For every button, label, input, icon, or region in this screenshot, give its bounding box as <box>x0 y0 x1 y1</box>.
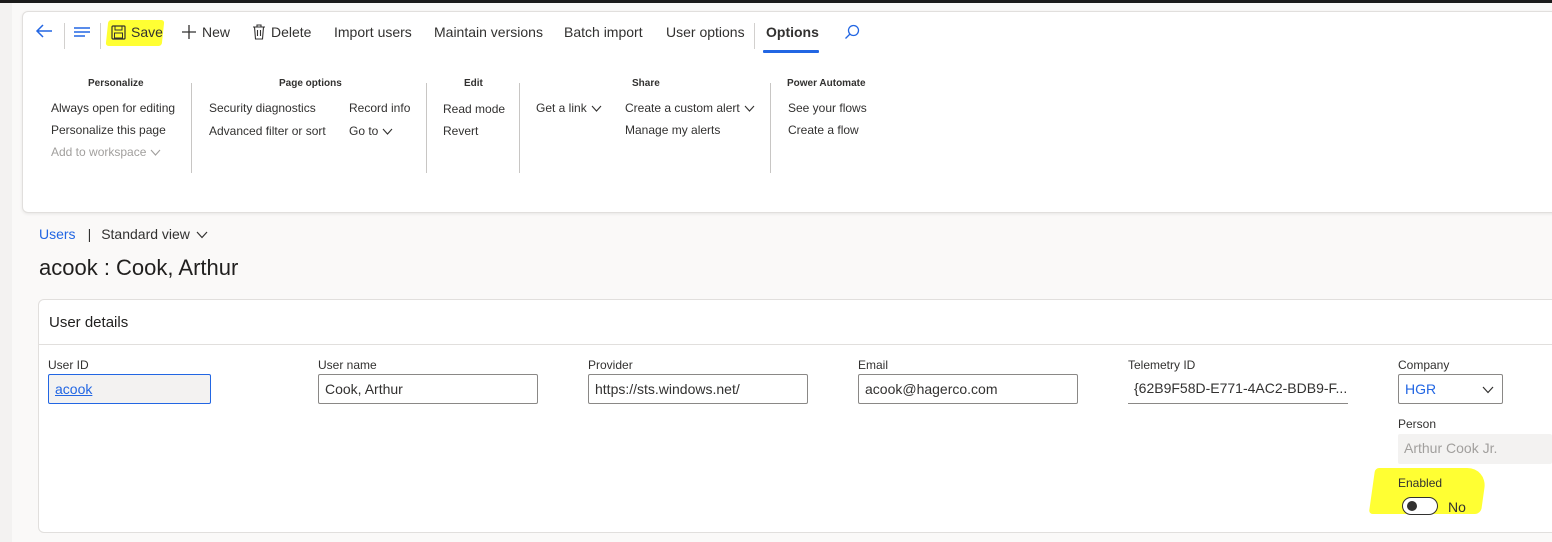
create-a-flow[interactable]: Create a flow <box>788 123 859 137</box>
delete-label: Delete <box>271 24 312 40</box>
card-divider <box>39 344 1552 345</box>
trash-icon <box>252 24 266 40</box>
user-id-label: User ID <box>48 358 89 372</box>
manage-my-alerts[interactable]: Manage my alerts <box>625 123 720 137</box>
window-top-border <box>0 0 1552 3</box>
record-info[interactable]: Record info <box>349 101 410 115</box>
action-bar: Save New Delete Import users Maintain ve… <box>23 12 1552 56</box>
chevron-down-icon <box>744 101 755 115</box>
plus-icon <box>181 24 197 40</box>
options-label: Options <box>766 24 819 40</box>
provider-field[interactable]: https://sts.windows.net/ <box>588 374 808 404</box>
save-icon <box>111 24 126 40</box>
breadcrumb-separator: | <box>87 226 92 242</box>
email-field[interactable]: acook@hagerco.com <box>858 374 1078 404</box>
revert[interactable]: Revert <box>443 124 478 138</box>
save-label: Save <box>131 24 163 40</box>
user-details-header[interactable]: User details <box>49 314 128 331</box>
options-tab-underline <box>763 50 819 53</box>
go-to-label: Go to <box>349 124 379 138</box>
save-button[interactable]: Save <box>111 24 163 40</box>
get-a-link-label: Get a link <box>536 101 587 115</box>
toggle-knob <box>1407 501 1417 511</box>
group-divider <box>770 83 771 173</box>
company-select[interactable]: HGR <box>1398 374 1503 404</box>
chevron-down-icon <box>196 226 208 242</box>
enabled-label: Enabled <box>1398 476 1443 490</box>
add-to-workspace[interactable]: Add to workspace <box>51 145 161 159</box>
batch-import-label: Batch import <box>564 24 643 40</box>
view-selector[interactable]: Standard view <box>101 226 208 242</box>
provider-label: Provider <box>588 358 633 372</box>
page-title: acook : Cook, Arthur <box>39 255 239 280</box>
group-title-share: Share <box>632 78 660 89</box>
security-diagnostics[interactable]: Security diagnostics <box>209 101 316 115</box>
search-button[interactable] <box>844 24 860 40</box>
breadcrumb: Users | Standard view <box>39 226 208 242</box>
group-title-page-options: Page options <box>279 78 342 89</box>
group-title-power-automate: Power Automate <box>787 78 866 89</box>
group-divider <box>519 83 520 173</box>
maintain-versions-label: Maintain versions <box>434 24 543 40</box>
back-arrow-icon <box>35 23 53 39</box>
user-name-label: User name <box>318 358 377 372</box>
user-options-button[interactable]: User options <box>666 24 745 40</box>
import-users-button[interactable]: Import users <box>334 24 412 40</box>
breadcrumb-users-link[interactable]: Users <box>39 226 76 242</box>
user-options-label: User options <box>666 24 745 40</box>
email-label: Email <box>858 358 889 372</box>
new-label: New <box>202 24 231 40</box>
back-button[interactable] <box>35 23 53 39</box>
divider <box>100 23 101 49</box>
batch-import-button[interactable]: Batch import <box>564 24 643 40</box>
group-title-edit: Edit <box>464 78 483 89</box>
menu-button[interactable] <box>73 24 91 40</box>
go-to[interactable]: Go to <box>349 124 393 138</box>
user-name-field[interactable]: Cook, Arthur <box>318 374 538 404</box>
search-icon <box>844 24 860 40</box>
company-label: Company <box>1398 358 1450 372</box>
tab-options[interactable]: Options <box>766 24 819 40</box>
create-a-custom-alert-label: Create a custom alert <box>625 101 740 115</box>
chevron-down-icon <box>1482 381 1494 397</box>
always-open-for-editing[interactable]: Always open for editing <box>51 101 175 115</box>
chevron-down-icon <box>150 145 161 159</box>
group-title-personalize: Personalize <box>88 78 144 89</box>
company-value: HGR <box>1405 381 1437 397</box>
view-selector-label: Standard view <box>101 226 190 242</box>
action-pane: Save New Delete Import users Maintain ve… <box>22 11 1552 213</box>
user-details-card: User details <box>38 299 1552 533</box>
maintain-versions-button[interactable]: Maintain versions <box>434 24 543 40</box>
divider <box>64 23 65 49</box>
get-a-link[interactable]: Get a link <box>536 101 602 115</box>
person-field: Arthur Cook Jr. <box>1398 434 1552 464</box>
user-id-field[interactable]: acook <box>48 374 211 404</box>
advanced-filter-or-sort[interactable]: Advanced filter or sort <box>209 124 326 138</box>
enabled-toggle-value: No <box>1448 499 1466 515</box>
delete-button[interactable]: Delete <box>252 24 311 40</box>
new-button[interactable]: New <box>181 24 230 40</box>
import-users-label: Import users <box>334 24 412 40</box>
group-divider <box>426 83 427 173</box>
telemetry-id-label: Telemetry ID <box>1128 358 1196 372</box>
add-to-workspace-label: Add to workspace <box>51 145 147 159</box>
read-mode[interactable]: Read mode <box>443 102 505 116</box>
chevron-down-icon <box>382 124 393 138</box>
group-divider <box>191 83 192 173</box>
left-edge-strip <box>0 3 12 542</box>
person-label: Person <box>1398 417 1437 431</box>
hamburger-icon <box>73 24 91 40</box>
divider <box>754 23 755 49</box>
see-your-flows[interactable]: See your flows <box>788 101 867 115</box>
chevron-down-icon <box>591 101 602 115</box>
create-a-custom-alert[interactable]: Create a custom alert <box>625 101 755 115</box>
enabled-toggle[interactable] <box>1402 497 1438 515</box>
personalize-this-page[interactable]: Personalize this page <box>51 123 166 137</box>
telemetry-id-field[interactable]: {62B9F58D-E771-4AC2-BDB9-F... <box>1128 374 1348 404</box>
